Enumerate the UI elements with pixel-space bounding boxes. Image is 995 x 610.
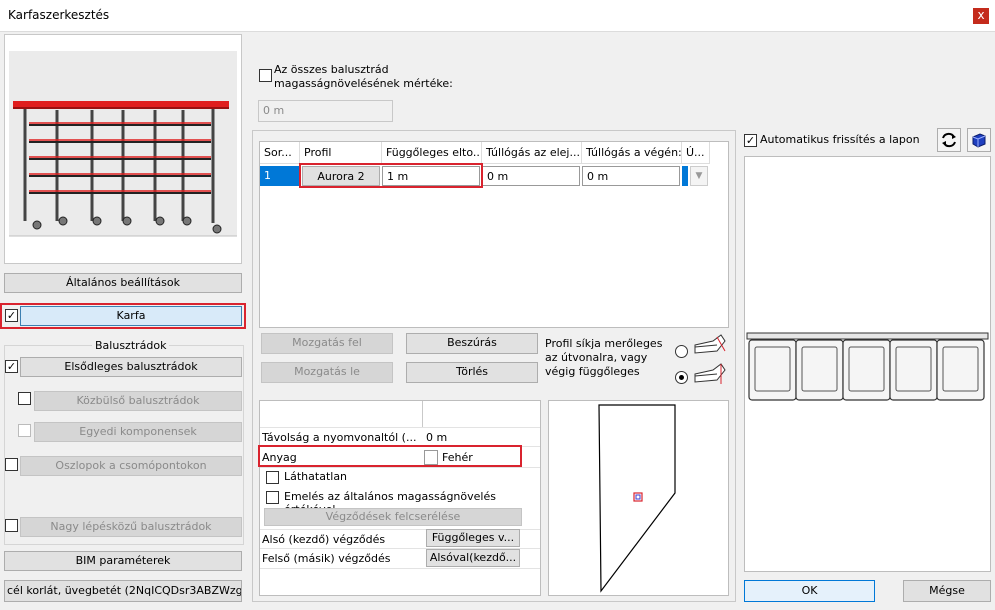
perpendicular-profile-icon [694, 334, 726, 354]
extra-cell-marker[interactable] [682, 166, 688, 186]
refresh-button[interactable] [937, 128, 961, 152]
distance-row[interactable]: Távolság a nyomvonaltól (... 0 m [260, 427, 540, 447]
general-settings-button[interactable]: Általános beállítások [4, 273, 242, 293]
large-step-balusters-checkbox[interactable] [5, 519, 18, 532]
col-header-vertical-offset[interactable]: Függőleges elto... [382, 142, 482, 164]
3d-view-icon [972, 133, 986, 148]
custom-components-checkbox[interactable] [18, 424, 31, 437]
vertical-profile-icon [694, 363, 726, 384]
auto-refresh-checkbox[interactable]: ✓ [744, 134, 757, 147]
profile-plane-text: Profil síkja merőleges az útvonalra, vag… [545, 337, 663, 378]
large-step-balusters-button[interactable]: Nagy lépésközű balusztrádok [20, 517, 242, 537]
window-title: Karfaszerkesztés [8, 8, 110, 22]
col-header-start-overhang[interactable]: Túllógás az elej... [482, 142, 582, 164]
col-header-row[interactable]: Sor... [260, 142, 300, 164]
node-posts-checkbox[interactable] [5, 458, 18, 471]
upper-end-button[interactable]: Alsóval(kezdő... [426, 549, 520, 567]
elevation-preview [744, 156, 991, 572]
cancel-button[interactable]: Mégse [903, 580, 991, 602]
3d-view-button[interactable] [967, 128, 991, 152]
table-header: Sor... Profil Függőleges elto... Túllógá… [260, 142, 710, 164]
ok-button[interactable]: OK [744, 580, 875, 602]
end-overhang-cell[interactable]: 0 m [582, 166, 680, 186]
profile-section-preview [548, 400, 729, 596]
intermediate-balusters-button[interactable]: Közbülső balusztrádok [34, 391, 242, 411]
col-header-profile[interactable]: Profil [300, 142, 382, 164]
node-posts-button[interactable]: Oszlopok a csomópontokon [20, 456, 242, 476]
railing-preview-image [5, 35, 241, 263]
raise-checkbox[interactable] [266, 491, 279, 504]
property-grid-divider [422, 401, 423, 427]
lower-end-button[interactable]: Függőleges v... [426, 529, 520, 547]
element-name-field[interactable]: cél korlát, üvegbetét (2NqICQDsr3ABZWzgz… [4, 580, 242, 602]
balusters-group-title: Balusztrádok [92, 339, 170, 352]
chevron-down-icon[interactable]: ▼ [690, 166, 708, 186]
swap-ends-button[interactable]: Végződések felcserélése [264, 508, 522, 526]
railing-button[interactable]: Karfa [20, 306, 242, 326]
material-row-highlight [258, 445, 522, 467]
move-up-button[interactable]: Mozgatás fel [261, 333, 393, 354]
col-header-end-overhang[interactable]: Túllógás a végén: [582, 142, 682, 164]
lower-end-label: Alsó (kezdő) végződés [262, 533, 386, 546]
invisible-label: Láthatatlan [284, 470, 348, 483]
profile-row-highlight [299, 163, 483, 188]
railing-preview [4, 34, 242, 264]
close-button[interactable]: x [973, 8, 989, 24]
all-height-checkbox[interactable] [259, 69, 272, 82]
title-bar: Karfaszerkesztés x [0, 0, 995, 32]
elevation-drawing [745, 157, 990, 571]
row-index-cell[interactable]: 1 [260, 166, 300, 186]
insert-button[interactable]: Beszúrás [406, 333, 538, 354]
start-overhang-cell[interactable]: 0 m [482, 166, 580, 186]
refresh-icon [942, 132, 956, 148]
profile-section-drawing [598, 404, 676, 593]
auto-refresh-label: Automatikus frissítés a lapon [760, 133, 920, 146]
all-height-input[interactable]: 0 m [258, 100, 393, 122]
col-header-extra[interactable]: Ú... [682, 142, 710, 164]
property-grid: Távolság a nyomvonaltól (... 0 m Anyag F… [259, 400, 541, 596]
all-height-label: Az összes balusztrád magasságnövelésének… [274, 63, 453, 90]
intermediate-balusters-checkbox[interactable] [18, 392, 31, 405]
bim-parameters-button[interactable]: BIM paraméterek [4, 551, 242, 571]
railing-checkbox[interactable]: ✓ [5, 309, 18, 322]
vertical-radio[interactable] [675, 371, 688, 384]
upper-end-label: Felső (másik) végződés [262, 552, 391, 565]
delete-button[interactable]: Törlés [406, 362, 538, 383]
move-down-button[interactable]: Mozgatás le [261, 362, 393, 383]
primary-balusters-checkbox[interactable]: ✓ [5, 360, 18, 373]
invisible-checkbox[interactable] [266, 471, 279, 484]
custom-components-button[interactable]: Egyedi komponensek [34, 422, 242, 442]
primary-balusters-button[interactable]: Elsődleges balusztrádok [20, 357, 242, 377]
perpendicular-radio[interactable] [675, 345, 688, 358]
